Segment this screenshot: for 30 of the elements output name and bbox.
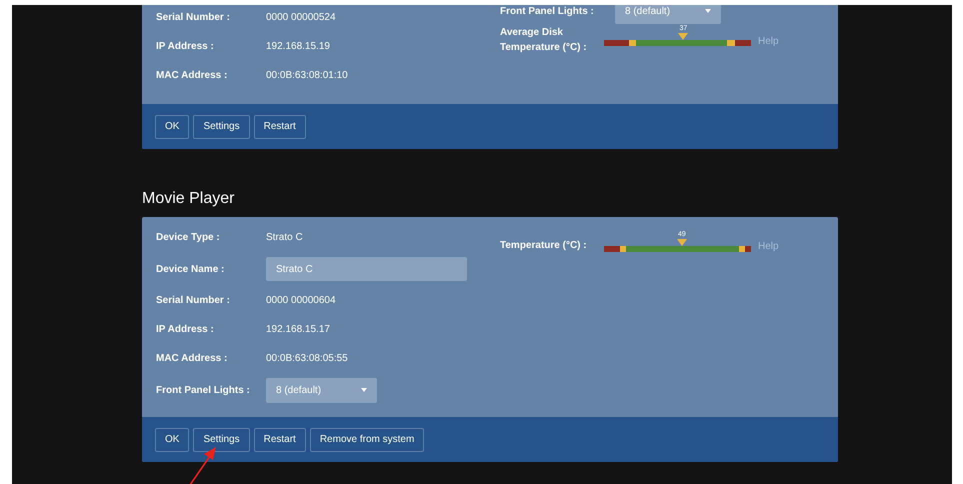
caret-icon [361, 388, 367, 392]
footer-button[interactable]: Remove from system [310, 428, 424, 452]
field-label: Serial Number : [156, 11, 231, 25]
footer-button[interactable]: Restart [254, 428, 306, 452]
footer-button[interactable]: Settings [193, 428, 250, 452]
field-label: MAC Address : [156, 69, 228, 83]
field-label: Average Disk Temperature (°C) : [500, 26, 588, 55]
field-label: Serial Number : [156, 294, 231, 308]
field-label: Temperature (°C) : [500, 239, 588, 253]
field-value: 192.168.15.17 [266, 323, 330, 337]
footer-button[interactable]: Restart [254, 114, 306, 138]
field-label: Front Panel Lights : [156, 384, 251, 398]
field-value: Strato C [266, 231, 303, 245]
field-value: 0000 00000524 [266, 11, 336, 25]
footer-button[interactable]: OK [155, 114, 190, 138]
field-value: 0000 00000604 [266, 294, 336, 308]
field-label: IP Address : [156, 323, 215, 337]
field-label: Device Type : [156, 231, 221, 245]
caret-icon [705, 9, 711, 13]
field-value: 00:0B:63:08:01:10 [266, 69, 348, 83]
field-value: 192.168.15.19 [266, 40, 330, 54]
field-label: Front Panel Lights : [500, 5, 595, 18]
section-title: Movie Player [142, 189, 236, 209]
arrow-pointer-icon [188, 447, 218, 484]
field-label: MAC Address : [156, 352, 228, 366]
field-label: IP Address : [156, 40, 215, 54]
footer-button[interactable]: OK [155, 428, 190, 452]
field-label: Device Name : [156, 262, 226, 276]
footer-button[interactable]: Settings [193, 114, 250, 138]
field-value: 00:0B:63:08:05:55 [266, 352, 348, 366]
